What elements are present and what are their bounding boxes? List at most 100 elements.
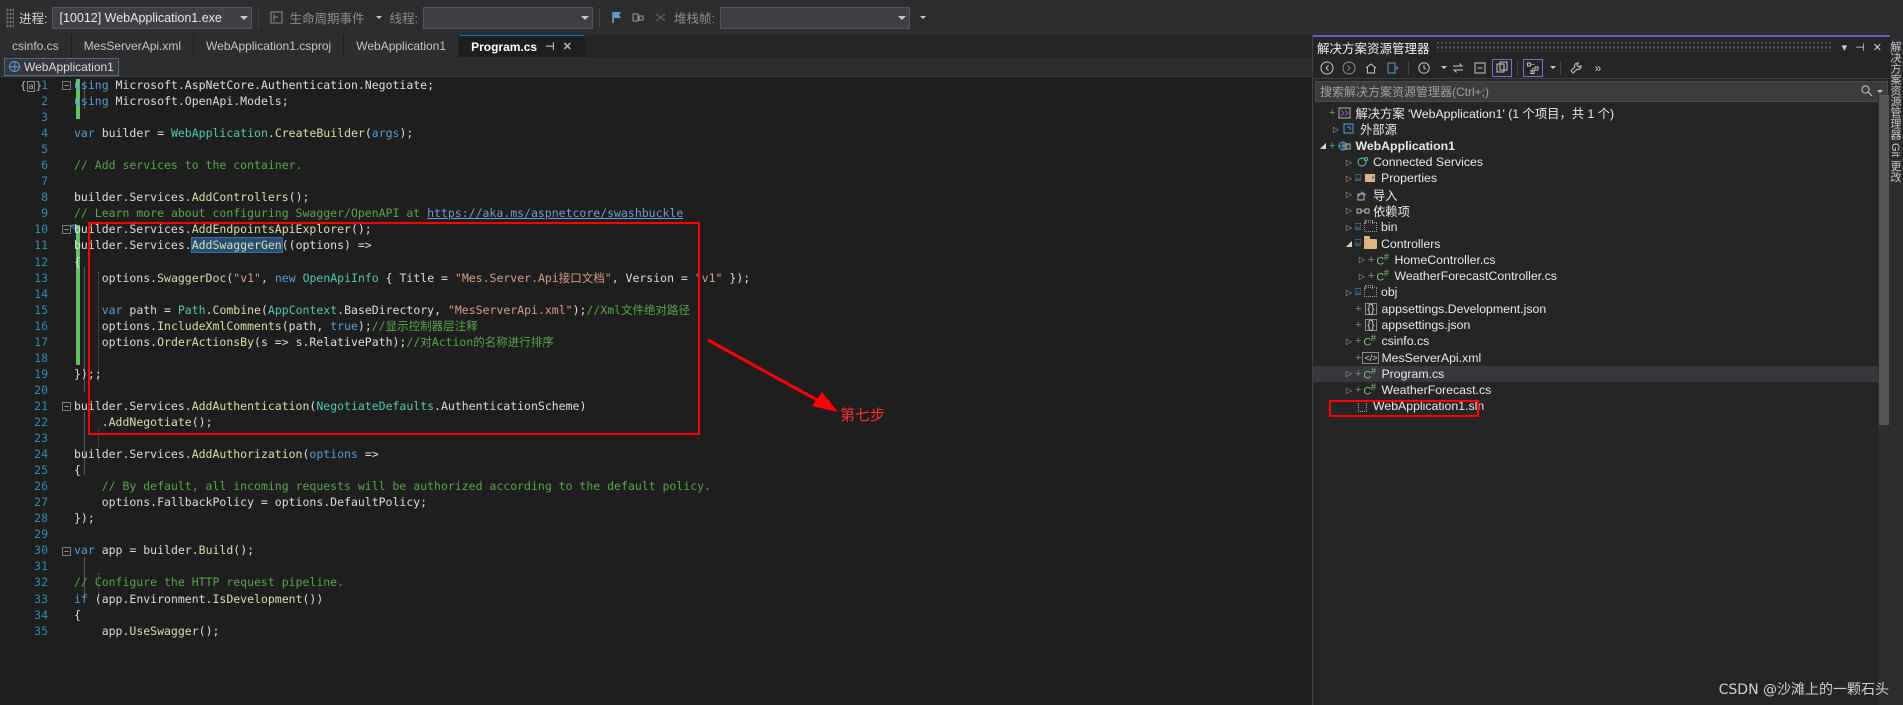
code-line[interactable]: 7	[0, 173, 1312, 189]
tree-item[interactable]: ▷ ⌸ bin	[1313, 219, 1890, 235]
code-line[interactable]: 10 builder.Services.AddEndpointsApiExplor…	[0, 221, 1312, 237]
navbar-project-selector[interactable]: WebApplication1	[4, 57, 119, 76]
code-line[interactable]: 6 // Add services to the container.	[0, 157, 1312, 173]
collapse-all-icon[interactable]	[1470, 59, 1490, 77]
tree-item[interactable]: +{} appsettings.json	[1313, 317, 1890, 333]
pending-changes-chevron-icon[interactable]	[1436, 59, 1447, 77]
solution-tree[interactable]: + 解决方案 'WebApplication1' (1 个项目，共 1 个) ▷ 外部…	[1313, 102, 1890, 415]
tree-item[interactable]: ▷ ⌸ obj	[1313, 284, 1890, 300]
code-line[interactable]: 35 app.UseSwagger();	[0, 623, 1312, 639]
expander-closed-icon[interactable]: ▷	[1356, 272, 1368, 281]
expander-closed-icon[interactable]: ▷	[1343, 288, 1355, 297]
tree-item[interactable]: WebApplication1.sln	[1313, 398, 1890, 414]
tree-item[interactable]: ▷ Connected Services	[1313, 154, 1890, 170]
panel-dock-icon[interactable]: ⊣	[1851, 41, 1869, 54]
code-line[interactable]: 17 options.OrderActionsBy(s => s.Relativ…	[0, 334, 1312, 350]
code-line[interactable]: 2 using Microsoft.OpenApi.Models;	[0, 93, 1312, 109]
panel-menu-icon[interactable]: ▾	[1838, 41, 1852, 54]
code-line[interactable]: 8 builder.Services.AddControllers();	[0, 189, 1312, 205]
tab-messerverapi-xml[interactable]: MesServerApi.xml	[71, 35, 195, 57]
code-line[interactable]: 16 options.IncludeXmlComments(path, true…	[0, 318, 1312, 334]
tree-item[interactable]: + 解决方案 'WebApplication1' (1 个项目，共 1 个)	[1313, 105, 1890, 121]
tree-item[interactable]: ▷ ⌸ Properties	[1313, 170, 1890, 186]
close-icon[interactable]: ✕	[563, 40, 572, 53]
code-line[interactable]: 9 // Learn more about configuring Swagger…	[0, 205, 1312, 221]
solution-explorer-search[interactable]: 搜索解决方案资源管理器(Ctrl+;)	[1315, 81, 1888, 102]
panel-close-icon[interactable]: ✕	[1869, 41, 1886, 54]
tree-item[interactable]: ▷ + C# WeatherForecast.cs	[1313, 382, 1890, 398]
code-line[interactable]: 3	[0, 109, 1312, 125]
tree-item[interactable]: ◢ ⌸ Controllers	[1313, 235, 1890, 251]
expander-closed-icon[interactable]: ▷	[1343, 158, 1355, 167]
solution-explorer-scrollbar[interactable]	[1878, 95, 1890, 705]
tree-item[interactable]: ▷ + C# WeatherForecastController.cs	[1313, 268, 1890, 284]
tree-item[interactable]: ▷ 导入	[1313, 186, 1890, 203]
code-lines[interactable]: 1 using Microsoft.AspNetCore.Authenticati…	[0, 77, 1312, 705]
code-line[interactable]: 1 using Microsoft.AspNetCore.Authenticati…	[0, 77, 1312, 93]
code-line[interactable]: 18	[0, 350, 1312, 366]
tab-webapplication1-csproj[interactable]: WebApplication1.csproj	[194, 35, 345, 57]
thread-combo[interactable]	[422, 6, 593, 29]
code-line[interactable]: 11 builder.Services.AddSwaggerGen((option…	[0, 237, 1312, 254]
code-line[interactable]: 29	[0, 526, 1312, 542]
code-line[interactable]: 21 builder.Services.AddAuthentication(Neg…	[0, 398, 1312, 414]
code-line[interactable]: 27 options.FallbackPolicy = options.Defa…	[0, 494, 1312, 510]
wrench-icon[interactable]	[1566, 59, 1586, 77]
toolbar-overflow-icon[interactable]: »	[1588, 59, 1608, 77]
code-line[interactable]: 31	[0, 558, 1312, 574]
code-line[interactable]: 22 .AddNegotiate();	[0, 414, 1312, 430]
expander-closed-icon[interactable]: ▷	[1343, 174, 1355, 183]
expander-closed-icon[interactable]: ▷	[1343, 223, 1355, 232]
code-line[interactable]: 12 {	[0, 254, 1312, 270]
search-icon[interactable]	[1860, 84, 1873, 100]
forward-arrow-icon[interactable]	[1339, 59, 1359, 77]
tree-item[interactable]: ▷ + C# csinfo.cs	[1313, 333, 1890, 349]
toolbar-overflow-icon[interactable]	[919, 16, 926, 19]
process-combo[interactable]: [10012] WebApplication1.exe	[52, 6, 253, 29]
docked-tool-windows-strip[interactable]: 解决方案资源管理器 Git 更改	[1889, 35, 1903, 705]
expander-open-icon[interactable]: ◢	[1343, 239, 1355, 248]
tab-csinfo-cs[interactable]: csinfo.cs	[0, 35, 72, 57]
code-line[interactable]: 23	[0, 430, 1312, 446]
expander-open-icon[interactable]: ◢	[1317, 141, 1329, 150]
expander-closed-icon[interactable]: ▷	[1343, 337, 1355, 346]
pin-icon[interactable]: ⊣	[545, 40, 555, 53]
back-arrow-icon[interactable]	[1317, 59, 1337, 77]
code-line[interactable]: 28});	[0, 510, 1312, 526]
expander-closed-icon[interactable]: ▷	[1343, 369, 1355, 378]
properties-view-icon[interactable]	[1523, 58, 1543, 77]
expander-closed-icon[interactable]: ▷	[1343, 386, 1355, 395]
code-line[interactable]: 32 // Configure the HTTP request pipeline…	[0, 574, 1312, 590]
properties-chevron-icon[interactable]	[1545, 59, 1556, 77]
code-line[interactable]: 13 options.SwaggerDoc("v1", new OpenApiI…	[0, 270, 1312, 286]
search-options-chevron-icon[interactable]	[1877, 90, 1883, 93]
code-line[interactable]: 20	[0, 382, 1312, 398]
code-line[interactable]: 19});;	[0, 366, 1312, 382]
flag-icon[interactable]	[608, 9, 626, 27]
tab-webapplication1[interactable]: WebApplication1	[344, 35, 460, 57]
code-line[interactable]: 25 {	[0, 462, 1312, 478]
lifecycle-events-icon[interactable]	[267, 9, 285, 27]
tree-item[interactable]: +{} appsettings.Development.json	[1313, 301, 1890, 317]
panel-drag-handle[interactable]	[1435, 42, 1832, 52]
tree-item[interactable]: ▷ 外部源	[1313, 121, 1890, 137]
code-line[interactable]: 34 {	[0, 607, 1312, 623]
show-all-files-icon[interactable]	[1492, 58, 1512, 77]
expander-closed-icon[interactable]: ▷	[1343, 190, 1355, 199]
expander-closed-icon[interactable]: ▷	[1330, 125, 1342, 134]
stackframe-combo[interactable]	[719, 6, 910, 29]
code-line[interactable]: 33 if (app.Environment.IsDevelopment())	[0, 591, 1312, 607]
code-editor[interactable]: − − − − {a} ✎ 1 using Microsoft.AspNetCor…	[0, 77, 1312, 705]
expander-closed-icon[interactable]: ▷	[1356, 255, 1368, 264]
tree-item[interactable]: ▷ + C# HomeController.cs	[1313, 252, 1890, 268]
expander-closed-icon[interactable]: ▷	[1343, 206, 1355, 215]
tree-item[interactable]: ▷ 依赖项	[1313, 203, 1890, 219]
code-line[interactable]: 14	[0, 286, 1312, 302]
tree-item[interactable]: ▷ + C# Program.cs	[1313, 365, 1890, 383]
tree-item[interactable]: ◢ + WebApplication1	[1313, 138, 1890, 154]
tab-program-cs[interactable]: Program.cs ⊣ ✕	[459, 35, 585, 57]
code-line[interactable]: 15 var path = Path.Combine(AppContext.Ba…	[0, 302, 1312, 318]
pending-changes-icon[interactable]	[1414, 59, 1434, 77]
code-line[interactable]: 30 var app = builder.Build();	[0, 542, 1312, 558]
lifecycle-chevron-icon[interactable]	[375, 16, 382, 19]
